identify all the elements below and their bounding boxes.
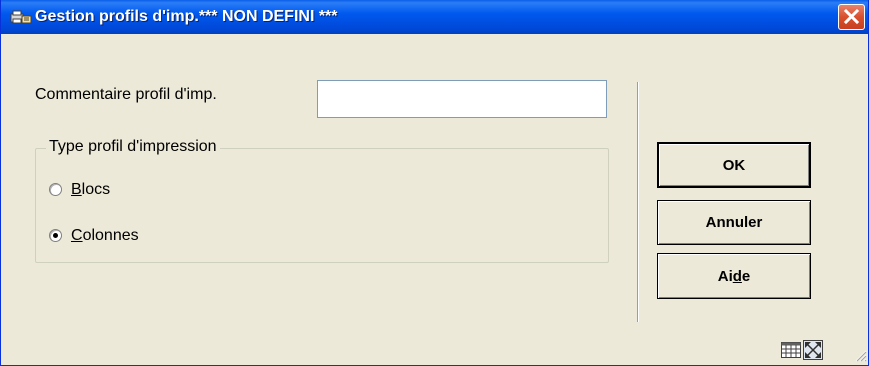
window-title: Gestion profils d'imp.*** NON DEFINI *** (35, 8, 338, 25)
grid-icon[interactable] (781, 342, 801, 358)
print-profile-type-label: Type profil d'impression (46, 137, 220, 157)
radio-blocs-label: Blocs (71, 181, 111, 198)
title-bar[interactable]: Gestion profils d'imp.*** NON DEFINI *** (1, 0, 868, 34)
close-button[interactable] (838, 4, 865, 30)
radio-selected-dot (53, 233, 58, 238)
close-icon (843, 8, 860, 25)
radio-button-unselected[interactable] (49, 183, 62, 196)
dialog-window: Gestion profils d'imp.*** NON DEFINI ***… (0, 0, 869, 366)
cancel-button[interactable]: Annuler (657, 200, 811, 245)
printer-app-icon (10, 10, 32, 24)
help-button[interactable]: Ai d e (657, 253, 811, 299)
radio-colonnes-label: Colonnes (71, 227, 139, 244)
comment-input[interactable] (317, 80, 607, 118)
radio-colonnes[interactable]: Colonnes (49, 226, 189, 246)
resize-grip-icon[interactable] (853, 348, 867, 362)
radio-blocs[interactable]: Blocs (49, 180, 169, 200)
ok-button[interactable]: OK (657, 142, 811, 188)
vertical-separator (637, 82, 639, 322)
radio-button-selected[interactable] (49, 229, 62, 242)
comment-label: Commentaire profil d'imp. (35, 86, 217, 103)
maximize-icon[interactable] (803, 340, 823, 360)
